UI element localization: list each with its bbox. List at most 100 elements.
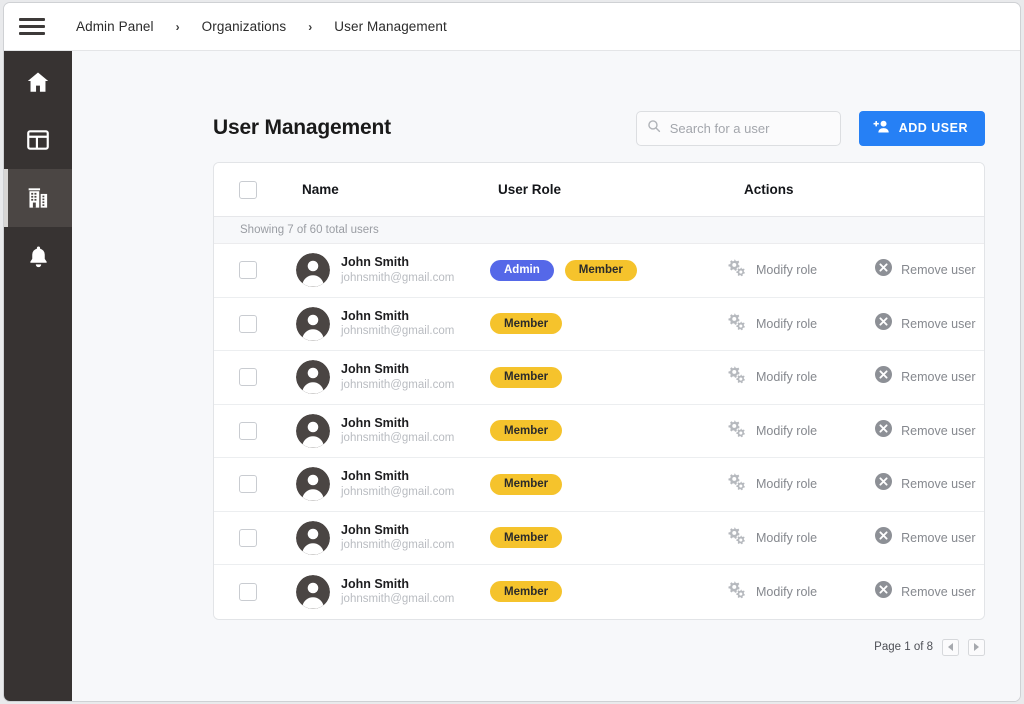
- modify-role-label: Modify role: [756, 585, 817, 599]
- table-row: John Smithjohnsmith@gmail.com Member Modif…: [214, 458, 984, 512]
- avatar: [296, 575, 330, 609]
- circle-x-icon: [875, 313, 892, 335]
- hamburger-line: [19, 18, 45, 21]
- hamburger-menu-icon[interactable]: [19, 15, 47, 39]
- remove-user-button[interactable]: Remove user: [875, 259, 975, 281]
- remove-user-button[interactable]: Remove user: [875, 473, 975, 495]
- row-checkbox[interactable]: [239, 583, 257, 601]
- actions-cell: Modify role Remove user: [704, 312, 984, 336]
- modify-role-label: Modify role: [756, 317, 817, 331]
- sidebar-item-dashboard[interactable]: [4, 111, 72, 169]
- actions-cell: Modify role Remove user: [704, 526, 984, 550]
- user-role-cell: Member: [478, 527, 704, 548]
- circle-x-icon: [875, 581, 892, 603]
- remove-user-label: Remove user: [901, 370, 975, 384]
- row-checkbox[interactable]: [239, 368, 257, 386]
- avatar: [296, 521, 330, 555]
- user-cell: John Smithjohnsmith@gmail.com: [282, 360, 478, 394]
- circle-x-icon: [875, 366, 892, 388]
- role-badge-member[interactable]: Member: [490, 420, 562, 441]
- row-checkbox[interactable]: [239, 529, 257, 547]
- user-text: John Smithjohnsmith@gmail.com: [341, 576, 454, 608]
- row-checkbox[interactable]: [239, 261, 257, 279]
- remove-user-label: Remove user: [901, 424, 975, 438]
- circle-x-icon: [875, 473, 892, 495]
- next-page-button[interactable]: [968, 639, 985, 656]
- table-row: John Smithjohnsmith@gmail.com Member Modif…: [214, 298, 984, 352]
- user-text: John Smithjohnsmith@gmail.com: [341, 361, 454, 393]
- user-name: John Smith: [341, 468, 454, 485]
- add-user-button[interactable]: ADD USER: [859, 111, 985, 146]
- modify-role-button[interactable]: Modify role: [728, 312, 817, 336]
- table-header-row: Name User Role Actions: [214, 163, 984, 217]
- modify-role-label: Modify role: [756, 477, 817, 491]
- user-cell: John Smithjohnsmith@gmail.com: [282, 253, 478, 287]
- user-cell: John Smithjohnsmith@gmail.com: [282, 521, 478, 555]
- user-email: johnsmith@gmail.com: [341, 431, 454, 447]
- users-table: Name User Role Actions Showing 7 of 60 t…: [213, 162, 985, 620]
- role-badge-member[interactable]: Member: [490, 474, 562, 495]
- role-badge-admin[interactable]: Admin: [490, 260, 554, 281]
- breadcrumb-item-user-management[interactable]: User Management: [334, 19, 447, 34]
- modify-role-button[interactable]: Modify role: [728, 472, 817, 496]
- modify-role-button[interactable]: Modify role: [728, 580, 817, 604]
- user-role-cell: Admin Member: [478, 260, 704, 281]
- breadcrumb-item-organizations[interactable]: Organizations: [202, 19, 287, 34]
- modify-role-button[interactable]: Modify role: [728, 365, 817, 389]
- remove-user-button[interactable]: Remove user: [875, 420, 975, 442]
- modify-role-label: Modify role: [756, 424, 817, 438]
- role-badge-member[interactable]: Member: [565, 260, 637, 281]
- table-row: John Smithjohnsmith@gmail.com Member Modif…: [214, 565, 984, 619]
- remove-user-label: Remove user: [901, 585, 975, 599]
- user-name: John Smith: [341, 308, 454, 325]
- column-header-name: Name: [282, 182, 478, 197]
- role-badge-member[interactable]: Member: [490, 313, 562, 334]
- sidebar-item-home[interactable]: [4, 53, 72, 111]
- modify-role-button[interactable]: Modify role: [728, 419, 817, 443]
- modify-role-button[interactable]: Modify role: [728, 258, 817, 282]
- modify-role-button[interactable]: Modify role: [728, 526, 817, 550]
- page-header: User Management: [213, 106, 985, 150]
- circle-x-icon: [875, 420, 892, 442]
- row-select-cell: [214, 583, 282, 601]
- row-checkbox[interactable]: [239, 475, 257, 493]
- avatar: [296, 414, 330, 448]
- select-all-checkbox[interactable]: [239, 181, 257, 199]
- remove-user-button[interactable]: Remove user: [875, 313, 975, 335]
- remove-user-button[interactable]: Remove user: [875, 366, 975, 388]
- table-row: John Smithjohnsmith@gmail.com Member Modif…: [214, 351, 984, 405]
- role-badge-member[interactable]: Member: [490, 581, 562, 602]
- sidebar-item-notifications[interactable]: [4, 227, 72, 285]
- row-select-cell: [214, 529, 282, 547]
- remove-user-label: Remove user: [901, 531, 975, 545]
- user-role-cell: Member: [478, 420, 704, 441]
- role-badge-member[interactable]: Member: [490, 527, 562, 548]
- top-bar: Admin Panel › Organizations › User Manag…: [4, 3, 1020, 51]
- triangle-left-icon: [948, 643, 953, 651]
- user-email: johnsmith@gmail.com: [341, 485, 454, 501]
- breadcrumb-item-admin-panel[interactable]: Admin Panel: [76, 19, 154, 34]
- sidebar-item-organizations[interactable]: [4, 169, 72, 227]
- user-role-cell: Member: [478, 474, 704, 495]
- user-text: John Smithjohnsmith@gmail.com: [341, 254, 454, 286]
- row-checkbox[interactable]: [239, 315, 257, 333]
- previous-page-button[interactable]: [942, 639, 959, 656]
- row-checkbox[interactable]: [239, 422, 257, 440]
- remove-user-button[interactable]: Remove user: [875, 527, 975, 549]
- building-icon: [25, 185, 52, 212]
- actions-cell: Modify role Remove user: [704, 419, 984, 443]
- user-name: John Smith: [341, 361, 454, 378]
- user-name: John Smith: [341, 576, 454, 593]
- header-controls: ADD USER: [636, 111, 985, 146]
- row-select-cell: [214, 315, 282, 333]
- dashboard-layout-icon: [25, 127, 51, 153]
- user-cell: John Smithjohnsmith@gmail.com: [282, 307, 478, 341]
- search-input[interactable]: [670, 121, 830, 136]
- search-box[interactable]: [636, 111, 841, 146]
- modify-role-label: Modify role: [756, 531, 817, 545]
- gears-icon: [728, 419, 747, 443]
- role-badge-member[interactable]: Member: [490, 367, 562, 388]
- table-row: John Smithjohnsmith@gmail.com Admin Member…: [214, 244, 984, 298]
- modify-role-label: Modify role: [756, 263, 817, 277]
- remove-user-button[interactable]: Remove user: [875, 581, 975, 603]
